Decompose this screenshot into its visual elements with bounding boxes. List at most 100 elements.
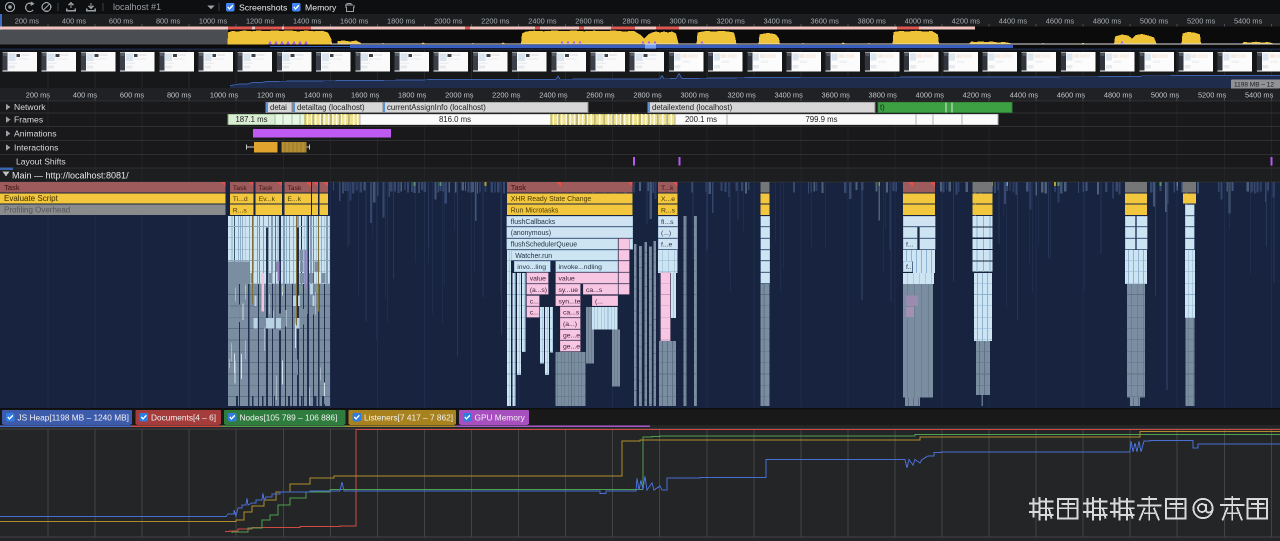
svg-text:5000 ms: 5000 ms bbox=[1151, 90, 1180, 99]
svg-text:1198 MB – 12: 1198 MB – 12 bbox=[1234, 81, 1274, 88]
svg-text:XHR Ready State Change: XHR Ready State Change bbox=[511, 196, 592, 203]
svg-text:4800 ms: 4800 ms bbox=[1104, 90, 1133, 99]
svg-text:Layout Shifts: Layout Shifts bbox=[16, 156, 66, 166]
svg-text:ge...e: ge...e bbox=[563, 332, 580, 339]
svg-text:currentAssignInfo (localhost): currentAssignInfo (localhost) bbox=[387, 103, 486, 112]
svg-text:Listeners[7 417 – 7 862]: Listeners[7 417 – 7 862] bbox=[364, 412, 453, 422]
svg-text:5000 ms: 5000 ms bbox=[1140, 16, 1169, 25]
svg-text:Profiling Overhead: Profiling Overhead bbox=[4, 206, 70, 215]
svg-text:Task: Task bbox=[287, 185, 302, 192]
svg-text:816.0 ms: 816.0 ms bbox=[439, 115, 471, 124]
svg-text:2600 ms: 2600 ms bbox=[586, 90, 615, 99]
svg-text:800 ms: 800 ms bbox=[167, 90, 192, 99]
svg-text:detai: detai bbox=[270, 103, 287, 112]
svg-text:2800 ms: 2800 ms bbox=[633, 90, 662, 99]
svg-text:2800 ms: 2800 ms bbox=[622, 16, 651, 25]
svg-text:2000 ms: 2000 ms bbox=[445, 90, 474, 99]
svg-text:ge...e: ge...e bbox=[563, 344, 580, 351]
svg-text:c...: c... bbox=[530, 298, 539, 305]
svg-text:4600 ms: 4600 ms bbox=[1057, 90, 1086, 99]
svg-text:Memory: Memory bbox=[305, 2, 337, 12]
svg-text:2600 ms: 2600 ms bbox=[575, 16, 604, 25]
svg-text:Run Microtasks: Run Microtasks bbox=[511, 208, 559, 215]
svg-text:400 ms: 400 ms bbox=[73, 90, 98, 99]
svg-text:4000 ms: 4000 ms bbox=[916, 90, 945, 99]
svg-text:ca...s: ca...s bbox=[586, 287, 603, 294]
svg-text:flushCallbacks: flushCallbacks bbox=[511, 219, 556, 226]
svg-text:E...k: E...k bbox=[287, 196, 301, 203]
svg-text:Ev...k: Ev...k bbox=[259, 196, 276, 203]
svg-text:5400 ms: 5400 ms bbox=[1234, 16, 1263, 25]
svg-text:(a...): (a...) bbox=[563, 321, 577, 328]
svg-text:Watcher.run: Watcher.run bbox=[515, 253, 552, 260]
svg-text:4000 ms: 4000 ms bbox=[905, 16, 934, 25]
svg-text:GPU Memory: GPU Memory bbox=[475, 412, 526, 422]
svg-text:4200 ms: 4200 ms bbox=[963, 90, 992, 99]
svg-text:invoke...ndling: invoke...ndling bbox=[559, 264, 603, 271]
svg-text:Frames: Frames bbox=[14, 115, 43, 125]
svg-text:(...: (... bbox=[595, 298, 603, 305]
svg-text:Task: Task bbox=[233, 185, 248, 192]
svg-text:X...e: X...e bbox=[661, 196, 675, 203]
svg-text:1200 ms: 1200 ms bbox=[246, 16, 275, 25]
svg-text:(anonymous): (anonymous) bbox=[511, 230, 551, 237]
svg-text:sy...ue: sy...ue bbox=[559, 287, 579, 294]
svg-text:R...s: R...s bbox=[233, 208, 248, 215]
svg-text:Task: Task bbox=[4, 183, 20, 192]
svg-text:3200 ms: 3200 ms bbox=[727, 90, 756, 99]
svg-text:JS Heap[1198 MB – 1240 MB]: JS Heap[1198 MB – 1240 MB] bbox=[18, 412, 129, 422]
svg-text:5200 ms: 5200 ms bbox=[1198, 90, 1227, 99]
svg-text:Task: Task bbox=[259, 185, 274, 192]
svg-text:R...s: R...s bbox=[661, 208, 676, 215]
svg-text:syn...te: syn...te bbox=[559, 298, 581, 305]
svg-text:3800 ms: 3800 ms bbox=[858, 16, 887, 25]
svg-text:Main — http://localhost:8081/: Main — http://localhost:8081/ bbox=[12, 170, 129, 180]
svg-text:c...: c... bbox=[530, 310, 539, 317]
svg-text:1600 ms: 1600 ms bbox=[351, 90, 380, 99]
svg-text:t): t) bbox=[880, 103, 885, 112]
svg-text:value: value bbox=[559, 276, 575, 283]
svg-text:600 ms: 600 ms bbox=[109, 16, 134, 25]
svg-text:detailtag (localhost): detailtag (localhost) bbox=[297, 103, 365, 112]
svg-text:799.9 ms: 799.9 ms bbox=[805, 115, 837, 124]
svg-text:Animations: Animations bbox=[14, 129, 57, 139]
svg-text:1800 ms: 1800 ms bbox=[387, 16, 416, 25]
svg-text:3600 ms: 3600 ms bbox=[822, 90, 851, 99]
svg-text:Network: Network bbox=[14, 102, 46, 112]
svg-text:5200 ms: 5200 ms bbox=[1187, 16, 1216, 25]
svg-text:Documents[4 – 6]: Documents[4 – 6] bbox=[151, 412, 216, 422]
svg-text:1000 ms: 1000 ms bbox=[199, 16, 228, 25]
svg-text:f...: f... bbox=[906, 264, 914, 271]
svg-text:Screenshots: Screenshots bbox=[239, 2, 288, 12]
svg-text:localhost #1: localhost #1 bbox=[113, 2, 161, 12]
svg-text:600 ms: 600 ms bbox=[120, 90, 145, 99]
svg-text:2000 ms: 2000 ms bbox=[434, 16, 463, 25]
svg-text:2200 ms: 2200 ms bbox=[481, 16, 510, 25]
svg-text:400 ms: 400 ms bbox=[62, 16, 87, 25]
svg-text:Interactions: Interactions bbox=[14, 143, 58, 153]
svg-text:value: value bbox=[530, 276, 546, 283]
svg-text:1600 ms: 1600 ms bbox=[340, 16, 369, 25]
svg-text:200.1 ms: 200.1 ms bbox=[685, 115, 717, 124]
svg-text:4600 ms: 4600 ms bbox=[1046, 16, 1075, 25]
svg-text:4800 ms: 4800 ms bbox=[1093, 16, 1122, 25]
svg-text:Nodes[105 789 – 106 886]: Nodes[105 789 – 106 886] bbox=[240, 412, 338, 422]
svg-text:2200 ms: 2200 ms bbox=[492, 90, 521, 99]
svg-text:flushSchedulerQueue: flushSchedulerQueue bbox=[511, 242, 577, 249]
svg-text:800 ms: 800 ms bbox=[156, 16, 181, 25]
svg-text:3400 ms: 3400 ms bbox=[774, 90, 803, 99]
svg-text:2400 ms: 2400 ms bbox=[539, 90, 568, 99]
svg-text:fl...s: fl...s bbox=[661, 219, 674, 226]
svg-text:200 ms: 200 ms bbox=[15, 16, 40, 25]
svg-text:3600 ms: 3600 ms bbox=[811, 16, 840, 25]
svg-text:detailextend (localhost): detailextend (localhost) bbox=[652, 103, 733, 112]
svg-text:Ti...d: Ti...d bbox=[233, 196, 248, 203]
svg-text:f...e: f...e bbox=[661, 242, 673, 249]
svg-text:4400 ms: 4400 ms bbox=[1010, 90, 1039, 99]
svg-text:4200 ms: 4200 ms bbox=[952, 16, 981, 25]
svg-text:(a...s): (a...s) bbox=[530, 287, 547, 294]
svg-text:3000 ms: 3000 ms bbox=[669, 16, 698, 25]
svg-text:1400 ms: 1400 ms bbox=[304, 90, 333, 99]
svg-text:3400 ms: 3400 ms bbox=[763, 16, 792, 25]
svg-text:4400 ms: 4400 ms bbox=[999, 16, 1028, 25]
